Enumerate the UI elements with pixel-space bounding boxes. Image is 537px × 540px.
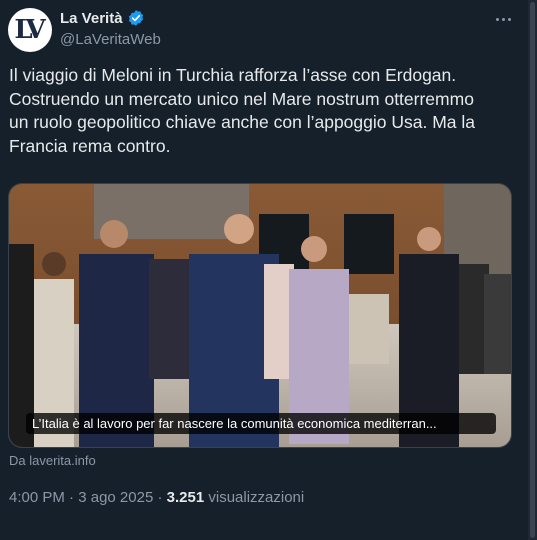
- display-name[interactable]: La Verità: [60, 10, 123, 27]
- handle[interactable]: @LaVeritaWeb: [60, 31, 161, 48]
- scrollbar-thumb[interactable]: [530, 2, 535, 538]
- link-card-image[interactable]: [8, 183, 512, 448]
- more-options-icon[interactable]: [491, 9, 515, 29]
- tweet: LV La Verità @LaVeritaWeb Il viaggio di …: [0, 0, 537, 540]
- link-source[interactable]: Da laverita.info: [9, 453, 96, 468]
- meta-separator-2: ·: [157, 489, 163, 506]
- views-label: visualizzazioni: [208, 489, 305, 506]
- tweet-date[interactable]: 3 ago 2025: [78, 489, 153, 506]
- tweet-text: Il viaggio di Meloni in Turchia rafforza…: [9, 65, 475, 156]
- avatar[interactable]: LV: [8, 8, 52, 52]
- views-count: 3.251: [166, 489, 205, 506]
- meta-separator: ·: [69, 489, 75, 506]
- verified-badge-icon: [128, 10, 143, 26]
- scrollbar[interactable]: [528, 0, 537, 540]
- tweet-meta: 4:00 PM · 3 ago 2025 · 3.251 visualizzaz…: [9, 489, 304, 506]
- avatar-logo: LV: [14, 15, 45, 45]
- tweet-time[interactable]: 4:00 PM: [9, 489, 65, 506]
- link-card-caption[interactable]: L’Italia è al lavoro per far nascere la …: [26, 413, 496, 434]
- photo-illustration: [9, 184, 511, 447]
- name-row: La Verità: [60, 9, 145, 27]
